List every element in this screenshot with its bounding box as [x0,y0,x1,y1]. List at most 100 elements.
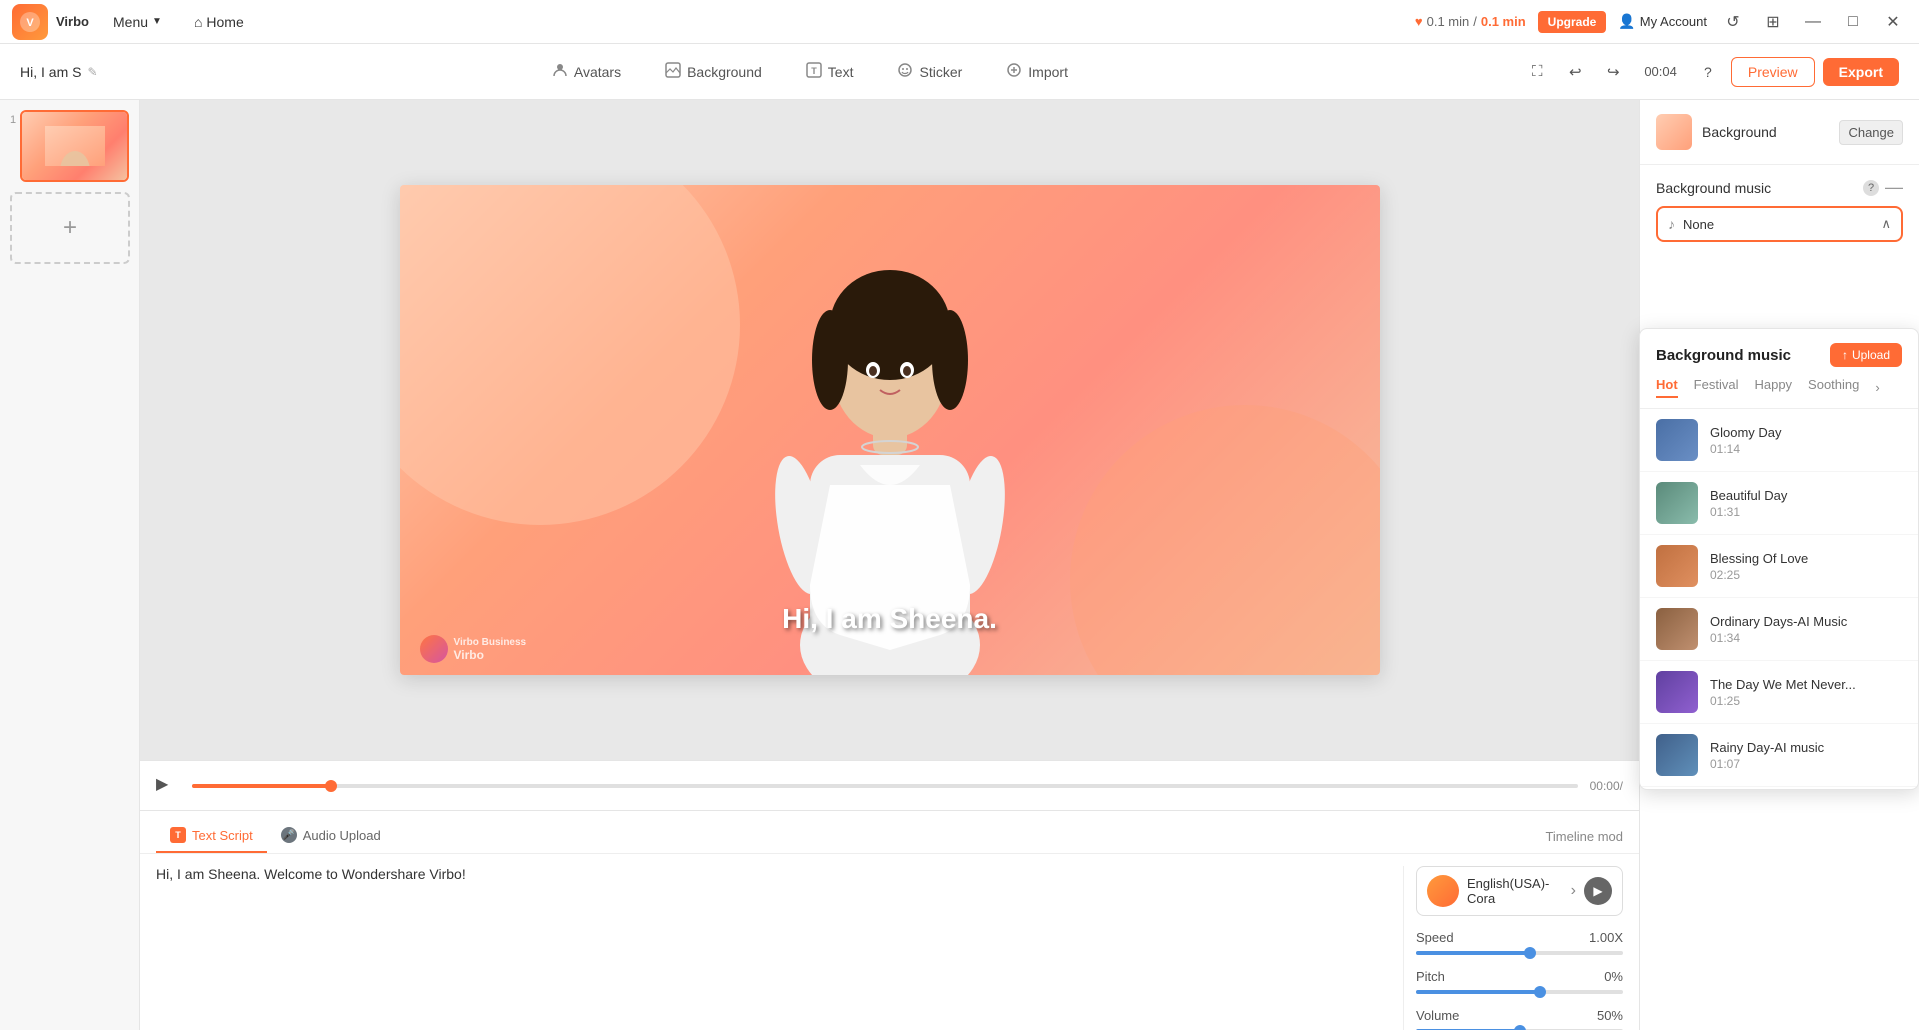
pitch-label-row: Pitch 0% [1416,969,1623,984]
pitch-value: 0% [1604,969,1623,984]
speed-section: Speed 1.00X Pitch 0% [1416,930,1623,1030]
logo-area: V Virbo [12,4,89,40]
slide-1-thumb[interactable] [20,110,129,182]
beautiful-day-duration: 01:31 [1710,505,1902,519]
music-item-blessing[interactable]: Blessing Of Love 02:25 [1640,535,1918,598]
import-tool[interactable]: Import [996,56,1078,87]
music-help-icon[interactable]: ? [1863,180,1879,196]
audio-upload-label: Audio Upload [303,828,381,843]
topbar: V Virbo Menu ▼ ⌂ Home ♥ 0.1 min / 0.1 mi… [0,0,1919,44]
maximize-icon[interactable]: □ [1839,8,1867,36]
body-area: 1 + [0,100,1919,1030]
music-note-icon: ♪ [1668,216,1675,232]
background-row: Background Change [1656,114,1903,150]
change-background-button[interactable]: Change [1839,120,1903,145]
avatars-icon [552,62,568,81]
volume-thumb[interactable] [1514,1025,1526,1030]
voice-name: English(USA)-Cora [1467,876,1563,906]
sticker-tool-icon [897,62,913,81]
import-tool-label: Import [1028,64,1068,80]
music-selector[interactable]: ♪ None ∧ [1656,206,1903,242]
speed-slider[interactable] [1416,951,1623,955]
time-display: ♥ 0.1 min / 0.1 min [1415,14,1526,29]
md-tab-happy[interactable]: Happy [1754,377,1792,398]
canvas-wrapper: Hi, I am Sheena. Virbo Business Virbo [140,100,1639,760]
undo-icon[interactable]: ↩ [1560,57,1590,87]
background-tool-label: Background [687,64,762,80]
blessing-of-love-duration: 02:25 [1710,568,1902,582]
md-tab-soothing[interactable]: Soothing [1808,377,1859,398]
subtitle-text: Hi, I am Sheena. [782,603,997,635]
watermark-text-area: Virbo Business Virbo [454,637,527,662]
topbar-right: ♥ 0.1 min / 0.1 min Upgrade 👤 My Account… [1415,8,1907,36]
slide-1-wrapper: 1 [10,110,129,182]
account-area[interactable]: 👤 My Account [1618,13,1707,30]
voice-avatar [1427,875,1459,907]
help-icon[interactable]: ? [1693,57,1723,87]
music-header: Background music ? — [1640,165,1919,206]
blessing-of-love-thumb [1656,545,1698,587]
music-none-value: None [1683,217,1873,232]
avatars-tool[interactable]: Avatars [542,56,631,87]
rainy-day-info: Rainy Day-AI music 01:07 [1710,740,1902,771]
fullscreen-icon[interactable]: ⛶ [1522,57,1552,87]
pitch-thumb[interactable] [1534,986,1546,998]
preview-button[interactable]: Preview [1731,57,1815,87]
md-tab-hot[interactable]: Hot [1656,377,1678,398]
upload-label: Upload [1852,348,1890,362]
minimize-icon[interactable]: — [1799,8,1827,36]
speed-fill [1416,951,1530,955]
progress-track[interactable] [192,784,1578,788]
voice-selector[interactable]: English(USA)-Cora › ▶ [1416,866,1623,916]
gloomy-day-duration: 01:14 [1710,442,1902,456]
md-tab-more-icon[interactable]: › [1875,380,1879,395]
close-icon[interactable]: ✕ [1879,8,1907,36]
upgrade-button[interactable]: Upgrade [1538,11,1607,33]
voice-play-button[interactable]: ▶ [1584,877,1612,905]
script-text-container: Hi, I am Sheena. Welcome to Wondershare … [156,866,1387,1030]
progress-fill [192,784,331,788]
grid-icon[interactable]: ⊞ [1759,8,1787,36]
menu-button[interactable]: Menu ▼ [105,10,170,34]
text-tool[interactable]: T Text [796,56,864,87]
sticker-tool[interactable]: Sticker [887,56,972,87]
volume-label-row: Volume 50% [1416,1008,1623,1023]
background-tool-icon [665,62,681,81]
speed-thumb[interactable] [1524,947,1536,959]
gloomy-day-info: Gloomy Day 01:14 [1710,425,1902,456]
blessing-of-love-name: Blessing Of Love [1710,551,1902,566]
music-item-ordinary[interactable]: Ordinary Days-AI Music 01:34 [1640,598,1918,661]
pitch-slider[interactable] [1416,990,1623,994]
edit-title-icon[interactable]: ✎ [87,65,97,79]
music-item-rainy[interactable]: Rainy Day-AI music 01:07 [1640,724,1918,787]
home-button[interactable]: ⌂ Home [186,10,252,34]
video-canvas: Hi, I am Sheena. Virbo Business Virbo [400,185,1380,675]
upload-music-button[interactable]: ↑ Upload [1830,343,1902,367]
canvas-area: Hi, I am Sheena. Virbo Business Virbo ▶ … [140,100,1639,1030]
script-textarea[interactable]: Hi, I am Sheena. Welcome to Wondershare … [156,866,1387,956]
md-tab-festival[interactable]: Festival [1694,377,1739,398]
watermark-sub: Virbo [454,648,527,662]
add-slide-button[interactable]: + [10,192,130,264]
music-collapse-icon[interactable]: — [1885,177,1903,198]
audio-upload-tab[interactable]: 🎤 Audio Upload [267,819,395,853]
text-tool-label: Text [828,64,854,80]
music-item-daywemet[interactable]: The Day We Met Never... 01:25 [1640,661,1918,724]
progress-thumb[interactable] [325,780,337,792]
bg-shape-1 [400,185,740,525]
music-item-gloomy[interactable]: Gloomy Day 01:14 [1640,409,1918,472]
text-script-icon: T [170,827,186,843]
background-tool[interactable]: Background [655,56,772,87]
music-title: Background music [1656,180,1857,196]
play-button[interactable]: ▶ [156,774,180,798]
export-button[interactable]: Export [1823,58,1899,86]
home-icon: ⌂ [194,14,202,30]
undo-topbar-icon[interactable]: ↺ [1719,8,1747,36]
ordinary-days-info: Ordinary Days-AI Music 01:34 [1710,614,1902,645]
beautiful-day-thumb [1656,482,1698,524]
redo-icon[interactable]: ↪ [1598,57,1628,87]
script-area: T Text Script 🎤 Audio Upload Timeline mo… [140,810,1639,1030]
text-script-tab[interactable]: T Text Script [156,819,267,853]
music-item-beautiful[interactable]: Beautiful Day 01:31 [1640,472,1918,535]
md-tabs: Hot Festival Happy Soothing › [1640,377,1918,409]
